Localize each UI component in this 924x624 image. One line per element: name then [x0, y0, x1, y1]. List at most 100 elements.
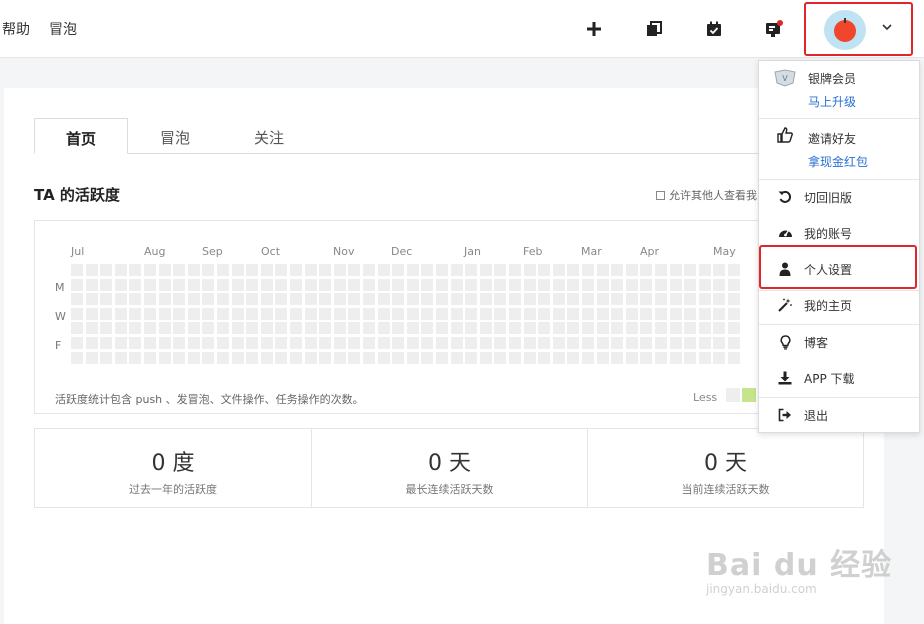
heatmap-cell: [260, 322, 273, 335]
heatmap-cell: [144, 293, 156, 306]
heatmap-cell: [596, 293, 609, 306]
heatmap-cell: [713, 264, 726, 276]
tab-bubble[interactable]: 冒泡: [128, 118, 222, 154]
heatmap-cell: [523, 293, 536, 306]
heatmap-cell: [655, 264, 667, 276]
heatmap-cell: [538, 351, 551, 364]
allow-view-checkbox[interactable]: 允许其他人查看我: [656, 187, 757, 203]
month-label: Jul: [71, 245, 85, 258]
heatmap-cell: [217, 278, 229, 291]
heatmap-cell: [567, 351, 580, 364]
heatmap-cell: [85, 337, 98, 349]
plus-icon[interactable]: [581, 16, 607, 42]
stat-longest-streak: 0 天 最长连续活跃天数: [311, 429, 587, 507]
heatmap-cell: [684, 278, 697, 291]
heatmap-cell: [625, 337, 638, 349]
tab-home[interactable]: 首页: [34, 118, 128, 154]
menu-switch-old[interactable]: 切回旧版: [759, 180, 919, 214]
nav-help-link[interactable]: 帮助: [2, 19, 30, 39]
upgrade-link[interactable]: 马上升级: [808, 93, 856, 110]
heatmap-cell: [450, 293, 463, 306]
heatmap-cell: [611, 322, 624, 335]
heatmap-cell: [655, 307, 667, 320]
menu-my-homepage[interactable]: 我的主页: [759, 288, 919, 322]
heatmap-cell: [275, 307, 288, 320]
legend-less-label: Less: [693, 391, 718, 404]
heatmap-cell: [114, 322, 127, 335]
heatmap-cell: [479, 264, 492, 276]
heatmap-cell: [363, 278, 375, 291]
day-label: M: [55, 281, 65, 294]
projects-icon[interactable]: [641, 16, 667, 42]
dashboard-icon: [777, 225, 793, 241]
heatmap-cell: [377, 337, 390, 349]
invite-label: 邀请好友: [808, 132, 857, 146]
heatmap-cell: [698, 293, 711, 306]
nav-bubble-link[interactable]: 冒泡: [49, 19, 77, 39]
heatmap-cell: [187, 307, 200, 320]
cash-bonus-link[interactable]: 拿现金红包: [808, 153, 868, 170]
heatmap-cell: [698, 278, 711, 291]
heatmap-cell: [304, 264, 317, 276]
calendar-check-icon[interactable]: [701, 16, 727, 42]
heatmap-cell: [85, 351, 98, 364]
heatmap-cell: [129, 322, 142, 335]
heatmap-cell: [202, 293, 215, 306]
heatmap-cell: [406, 278, 419, 291]
tab-following[interactable]: 关注: [222, 118, 316, 154]
heatmap-cell: [640, 264, 653, 276]
stat-year-activity: 0 度 过去一年的活跃度: [35, 429, 311, 507]
heatmap-cell: [158, 337, 171, 349]
heatmap-cell: [494, 293, 507, 306]
checkbox-icon[interactable]: [656, 191, 665, 200]
heatmap-cell: [231, 293, 244, 306]
heatmap-cell: [640, 322, 653, 335]
menu-app-download[interactable]: APP 下载: [759, 361, 919, 395]
heatmap-cell: [333, 307, 346, 320]
heatmap-cell: [713, 351, 726, 364]
heatmap-cell: [85, 264, 98, 276]
heatmap-cell: [582, 293, 594, 306]
heatmap-cell: [494, 264, 507, 276]
heatmap-cell: [684, 264, 697, 276]
heatmap-cell: [71, 278, 83, 291]
watermark-sub: jingyan.baidu.com: [706, 582, 817, 596]
heatmap-cell: [217, 337, 229, 349]
menu-membership[interactable]: V 银牌会员 马上升级: [759, 67, 919, 115]
notification-icon[interactable]: [761, 16, 787, 42]
menu-sign-out[interactable]: 退出: [759, 398, 919, 432]
heatmap-cell: [363, 264, 375, 276]
heatmap-cell: [450, 322, 463, 335]
menu-label: 我的账号: [804, 227, 853, 241]
menu-blog[interactable]: 博客: [759, 325, 919, 359]
heatmap-cell: [348, 351, 361, 364]
heatmap-cell: [114, 293, 127, 306]
heatmap-cell: [392, 337, 405, 349]
user-menu-toggle[interactable]: [804, 2, 913, 56]
avatar[interactable]: [824, 10, 866, 50]
heatmap-cell: [319, 278, 332, 291]
heatmap-cell: [304, 307, 317, 320]
heatmap-cell: [567, 322, 580, 335]
heatmap-cell: [655, 337, 667, 349]
heatmap-cell: [596, 351, 609, 364]
heatmap-cell: [304, 337, 317, 349]
heatmap-cell: [129, 307, 142, 320]
heatmap-cell: [421, 278, 434, 291]
baidu-watermark: Bai du 经验 jingyan.baidu.com: [706, 540, 892, 596]
heatmap-cell: [100, 264, 113, 276]
stat-value: 0 天: [428, 451, 471, 476]
chevron-down-icon[interactable]: [882, 20, 892, 34]
activity-stats: 0 度 过去一年的活跃度 0 天 最长连续活跃天数 0 天 当前连续活跃天数: [34, 428, 864, 508]
heatmap-cell: [669, 322, 682, 335]
heatmap-cell: [319, 351, 332, 364]
heatmap-cell: [158, 322, 171, 335]
heatmap-cell: [494, 278, 507, 291]
heatmap-cell: [100, 278, 113, 291]
heatmap-cell: [231, 307, 244, 320]
heatmap-cell: [596, 322, 609, 335]
heatmap-cell: [509, 322, 521, 335]
heatmap-cell: [538, 322, 551, 335]
menu-invite[interactable]: 邀请好友 拿现金红包: [759, 123, 919, 171]
heatmap-cell: [655, 293, 667, 306]
